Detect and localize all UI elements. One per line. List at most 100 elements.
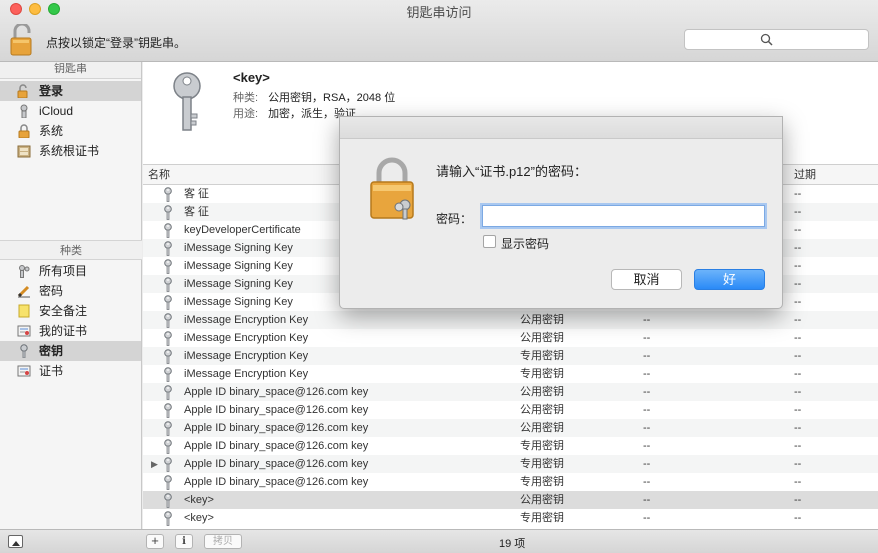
lock-icon [17, 124, 31, 139]
table-row[interactable]: <key> 专用密钥 -- -- [143, 509, 878, 527]
row-name: Apple ID binary_space@126.com key [184, 404, 369, 416]
keychains-header: 钥匙串 [0, 62, 141, 79]
cancel-button[interactable]: 取消 [611, 269, 682, 290]
item-count: 19 项 [499, 538, 526, 550]
row-modified: -- [643, 368, 651, 380]
sidebar-item-categorie[interactable]: 密码 [0, 281, 141, 301]
column-header-expires[interactable]: 过期 [794, 165, 816, 185]
row-kind: 专用密钥 [520, 476, 564, 488]
row-kind: 专用密钥 [520, 368, 564, 380]
row-name: keyDeveloperCertificate [184, 224, 301, 236]
people-icon [17, 264, 31, 278]
add-button[interactable]: + [146, 534, 164, 549]
sidebar-item-label: 密码 [39, 284, 64, 298]
row-modified: -- [643, 440, 651, 452]
row-name: iMessage Encryption Key [184, 314, 309, 326]
category-header: 种类 [0, 240, 142, 260]
row-modified: -- [643, 458, 651, 470]
row-kind: 公用密钥 [520, 386, 564, 398]
row-expires: -- [794, 458, 802, 470]
row-modified: -- [643, 386, 651, 398]
table-row[interactable]: Apple ID binary_space@126.com key 专用密钥 -- -… [143, 437, 878, 455]
item-type-value: 公用密钥，RSA，2048 位 [268, 92, 396, 104]
row-expires: -- [794, 206, 802, 218]
table-row[interactable]: iMessage Encryption Key 专用密钥 -- -- [143, 347, 878, 365]
sidebar-item-keychain[interactable]: iCloud [0, 101, 141, 121]
table-row[interactable]: <key> 公用密钥 -- -- [143, 491, 878, 509]
show-password-checkbox[interactable] [483, 235, 496, 248]
item-usage: 用途: 加密，派生，验证 [233, 105, 356, 121]
open-lock-icon[interactable] [9, 22, 35, 56]
row-expires: -- [794, 314, 802, 326]
table-row[interactable]: Apple ID binary_space@126.com key 公用密钥 -- -… [143, 419, 878, 437]
row-expires: -- [794, 386, 802, 398]
sidebar-item-keychain[interactable]: 系统根证书 [0, 141, 141, 161]
copy-button[interactable]: 拷贝 [204, 534, 242, 549]
table-row[interactable]: iMessage Encryption Key 公用密钥 -- -- [143, 311, 878, 329]
row-modified: -- [643, 404, 651, 416]
folder-cabinet-icon [17, 144, 31, 158]
key-icon [163, 511, 173, 529]
item-type: 种类: 公用密钥，RSA，2048 位 [233, 89, 395, 105]
item-name: <key> [233, 70, 270, 85]
row-name: iMessage Signing Key [184, 278, 293, 290]
sidebar-item-label: 所有项目 [39, 264, 88, 278]
row-modified: -- [643, 350, 651, 362]
row-modified: -- [643, 476, 651, 488]
keychain-list: 登录 iCloud 系统 系统根证书 [0, 79, 141, 161]
table-row[interactable]: Apple ID binary_space@126.com key 专用密钥 -- -… [143, 473, 878, 491]
row-expires: -- [794, 440, 802, 452]
sidebar-item-label: 证书 [39, 364, 64, 378]
password-field[interactable] [482, 205, 765, 227]
table-row[interactable]: iMessage Encryption Key 专用密钥 -- -- [143, 365, 878, 383]
row-kind: 专用密钥 [520, 350, 564, 362]
disclosure-triangle-icon[interactable]: ▶ [151, 455, 158, 473]
sidebar-item-label: 安全备注 [39, 304, 88, 318]
ok-button[interactable]: 好 [694, 269, 765, 290]
table-row[interactable]: iMessage Encryption Key 公用密钥 -- -- [143, 329, 878, 347]
sidebar-item-categorie[interactable]: 密钥 [0, 341, 141, 361]
row-name: Apple ID binary_space@126.com key [184, 458, 369, 470]
table-row[interactable]: ▶ Apple ID binary_space@126.com key 专用密钥 --… [143, 455, 878, 473]
dialog-top-bar [340, 117, 782, 139]
sidebar-item-categorie[interactable]: 证书 [0, 361, 141, 381]
table-row[interactable]: Apple ID binary_space@126.com key 公用密钥 -- -… [143, 401, 878, 419]
sidebar-item-keychain[interactable]: 登录 [0, 81, 141, 101]
sidebar-item-categorie[interactable]: 所有项目 [0, 261, 141, 281]
sidebar-item-label: 密钥 [39, 344, 64, 358]
table-row[interactable]: Apple ID binary_space@126.com key 公用密钥 -- -… [143, 383, 878, 401]
row-name: iMessage Encryption Key [184, 368, 309, 380]
sidebar-item-categorie[interactable]: 安全备注 [0, 301, 141, 321]
info-button[interactable]: i [175, 534, 193, 549]
row-name: <key> [184, 512, 214, 524]
row-expires: -- [794, 278, 802, 290]
search-input[interactable] [684, 29, 869, 50]
row-name: Apple ID binary_space@126.com key [184, 440, 369, 452]
row-modified: -- [643, 494, 651, 506]
row-expires: -- [794, 260, 802, 272]
column-header-name[interactable]: 名称 [148, 165, 170, 185]
open-lock-icon [17, 84, 31, 99]
row-kind: 公用密钥 [520, 404, 564, 416]
row-name: 客 征 [184, 188, 210, 200]
row-kind: 公用密钥 [520, 494, 564, 506]
password-label: 密码： [436, 212, 473, 226]
row-name: Apple ID binary_space@126.com key [184, 476, 369, 488]
row-modified: -- [643, 422, 651, 434]
row-name: Apple ID binary_space@126.com key [184, 422, 369, 434]
row-kind: 公用密钥 [520, 332, 564, 344]
row-name: iMessage Signing Key [184, 242, 293, 254]
row-modified: -- [643, 314, 651, 326]
row-expires: -- [794, 422, 802, 434]
sidebar-item-keychain[interactable]: 系统 [0, 121, 141, 141]
row-kind: 专用密钥 [520, 512, 564, 524]
sidebar-toggle-icon[interactable] [8, 535, 23, 548]
row-expires: -- [794, 332, 802, 344]
password-dialog: 请输入“证书.p12”的密码： 密码： 显示密码 取消 好 [339, 116, 783, 309]
row-kind: 专用密钥 [520, 458, 564, 470]
sidebar: 钥匙串 登录 iCloud 系统 系统根证书 种类 所有项目密码安全备注我的证书密钥证… [0, 62, 142, 529]
status-bar: + i 拷贝 19 项 [0, 529, 878, 553]
key-icon [165, 70, 209, 137]
sidebar-item-categorie[interactable]: 我的证书 [0, 321, 141, 341]
row-expires: -- [794, 296, 802, 308]
